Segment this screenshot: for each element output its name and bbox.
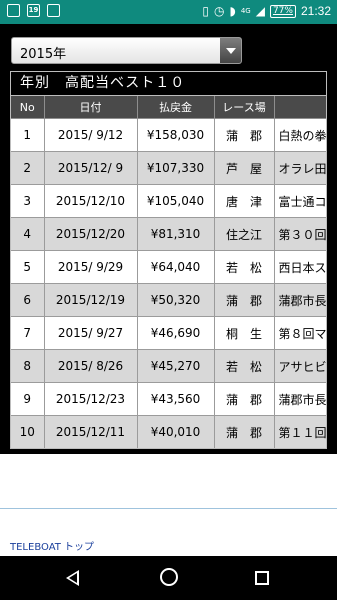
calendar-icon: 19 [27,4,40,17]
table-row: 2 2015/12/ 9 ¥107,330 芦 屋オラレ田 [11,151,326,185]
content-area: 2015年 年別 高配当ベスト１０ No 日付 払戻金 レース場 1 2015/ … [0,24,337,454]
photo-icon [47,4,60,17]
ranking-title: 年別 高配当ベスト１０ [11,72,326,96]
table-header-row: No 日付 払戻金 レース場 [11,96,326,119]
cell-date: 2015/ 9/12 [44,118,138,152]
cell-date: 2015/ 9/29 [44,250,138,284]
table-row: 9 2015/12/23 ¥43,560 蒲 郡蒲郡市長 [11,382,326,416]
battery-level: 77% [269,4,296,18]
cell-payout: ¥64,040 [137,250,215,284]
ranking-panel: 年別 高配当ベスト１０ No 日付 払戻金 レース場 1 2015/ 9/12 ¥1… [10,71,327,449]
cell-date: 2015/12/11 [44,415,138,448]
chevron-down-icon [226,48,236,54]
cell-race[interactable]: 第３０回 [274,217,326,251]
cell-venue: 若 松 [214,349,275,383]
signal-icon: ◢ [255,4,265,18]
cell-no: 3 [11,184,45,218]
cell-date: 2015/ 8/26 [44,349,138,383]
cell-no: 9 [11,382,45,416]
cell-race[interactable]: 第１１回 [274,415,326,448]
cell-date: 2015/12/20 [44,217,138,251]
cell-no: 1 [11,118,45,152]
table-row: 1 2015/ 9/12 ¥158,030 蒲 郡白熱の拳 [11,118,326,152]
cell-payout: ¥43,560 [137,382,215,416]
cell-date: 2015/12/ 9 [44,151,138,185]
back-icon[interactable] [66,570,79,586]
cell-date: 2015/12/19 [44,283,138,317]
recent-apps-icon[interactable] [255,571,269,585]
cell-venue: 蒲 郡 [214,118,275,152]
cell-venue: 唐 津 [214,184,275,218]
cell-venue: 桐 生 [214,316,275,350]
table-row: 6 2015/12/19 ¥50,320 蒲 郡蒲郡市長 [11,283,326,317]
cell-payout: ¥46,690 [137,316,215,350]
cell-no: 2 [11,151,45,185]
header-no: No [11,96,45,119]
cell-venue: 若 松 [214,250,275,284]
cell-race[interactable]: 白熱の拳 [274,118,326,152]
year-select-value: 2015年 [20,47,67,62]
cell-no: 6 [11,283,45,317]
home-icon[interactable] [160,568,178,586]
table-row: 10 2015/12/11 ¥40,010 蒲 郡第１１回 [11,415,326,448]
divider [0,508,337,509]
sim-icon [7,4,20,17]
dropdown-button[interactable] [220,38,241,63]
cell-race[interactable]: オラレ田 [274,151,326,185]
cell-no: 7 [11,316,45,350]
cell-race[interactable]: 蒲郡市長 [274,283,326,317]
cell-no: 10 [11,415,45,448]
cell-payout: ¥107,330 [137,151,215,185]
cell-no: 5 [11,250,45,284]
cell-payout: ¥45,270 [137,349,215,383]
wifi-icon: ◗ [229,4,236,18]
cell-venue: 芦 屋 [214,151,275,185]
network-type: 4G [240,7,251,15]
header-venue: レース場 [214,96,275,119]
cell-venue: 蒲 郡 [214,382,275,416]
cell-venue: 蒲 郡 [214,283,275,317]
cell-date: 2015/12/23 [44,382,138,416]
header-payout: 払戻金 [137,96,215,119]
cell-date: 2015/12/10 [44,184,138,218]
cell-payout: ¥105,040 [137,184,215,218]
cell-race[interactable]: 蒲郡市長 [274,382,326,416]
cell-race[interactable]: アサヒビ [274,349,326,383]
table-row: 5 2015/ 9/29 ¥64,040 若 松西日本ス [11,250,326,284]
table-row: 7 2015/ 9/27 ¥46,690 桐 生第８回マ [11,316,326,350]
cell-no: 4 [11,217,45,251]
teleboat-top-link[interactable]: TELEBOAT トップ [10,538,94,553]
header-date: 日付 [44,96,138,119]
table-row: 4 2015/12/20 ¥81,310 住之江 第３０回 [11,217,326,251]
status-bar: 19 ▯ ◷ ◗ 4G ◢ 77% 21:32 [0,0,337,24]
cell-race[interactable]: 富士通コ [274,184,326,218]
header-race [274,96,326,119]
cell-race[interactable]: 第８回マ [274,316,326,350]
cell-no: 8 [11,349,45,383]
cell-payout: ¥50,320 [137,283,215,317]
cell-venue: 蒲 郡 [214,415,275,448]
vibrate-icon: ▯ [202,4,210,18]
cell-payout: ¥158,030 [137,118,215,152]
cell-venue: 住之江 [214,217,275,251]
cell-payout: ¥81,310 [137,217,215,251]
clock: 21:32 [300,4,331,18]
cell-race[interactable]: 西日本ス [274,250,326,284]
year-select[interactable]: 2015年 [11,37,242,64]
navigation-bar [0,556,337,600]
table-row: 3 2015/12/10 ¥105,040 唐 津富士通コ [11,184,326,218]
cell-payout: ¥40,010 [137,415,215,448]
ranking-table: No 日付 払戻金 レース場 1 2015/ 9/12 ¥158,030 蒲 郡白熱の… [11,96,326,448]
table-row: 8 2015/ 8/26 ¥45,270 若 松アサヒビ [11,349,326,383]
alarm-icon: ◷ [214,4,225,18]
cell-date: 2015/ 9/27 [44,316,138,350]
